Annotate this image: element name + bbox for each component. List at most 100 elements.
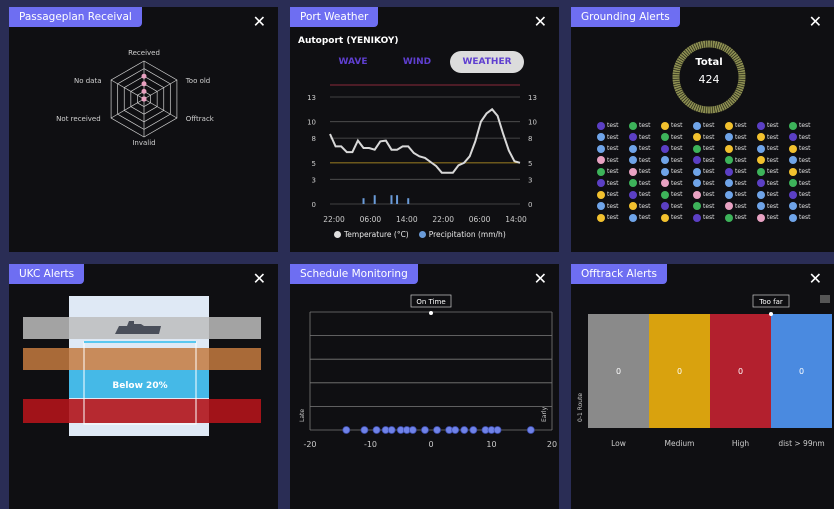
radar-chart: Received Too old Offtrack Invalid Not receiv…: [56, 49, 215, 147]
legend-dot-icon: [661, 167, 669, 176]
legend-item[interactable]: test: [757, 132, 789, 144]
legend-item-label: test: [607, 122, 619, 130]
close-icon[interactable]: ✕: [534, 14, 547, 30]
legend-item[interactable]: test: [629, 178, 661, 190]
legend-item[interactable]: test: [629, 155, 661, 167]
legend-item[interactable]: test: [597, 132, 629, 144]
legend-dot-icon: [693, 133, 701, 142]
legend-item[interactable]: test: [661, 132, 693, 144]
legend-dot-icon: [693, 190, 701, 199]
legend-item[interactable]: test: [725, 201, 757, 213]
legend-item[interactable]: test: [661, 212, 693, 224]
offtrack-alerts-panel: Offtrack Alerts ✕ 0 Low 0 Medium 0 High 0 dist …: [571, 264, 834, 509]
legend-item[interactable]: test: [725, 212, 757, 224]
legend-item[interactable]: test: [757, 155, 789, 167]
legend-item[interactable]: test: [725, 178, 757, 190]
legend-item[interactable]: test: [597, 120, 629, 132]
legend-item[interactable]: test: [661, 143, 693, 155]
total-label: Total: [695, 57, 723, 68]
legend-item[interactable]: test: [629, 120, 661, 132]
legend-item[interactable]: test: [789, 189, 821, 201]
legend-item[interactable]: test: [629, 212, 661, 224]
legend-item-label: test: [767, 156, 779, 164]
legend-item[interactable]: test: [693, 143, 725, 155]
legend-item[interactable]: test: [725, 155, 757, 167]
legend-item[interactable]: test: [597, 155, 629, 167]
legend-dot-icon: [725, 179, 733, 188]
grounding-legend: test test test test test test test test test test…: [597, 120, 822, 224]
tab-weather[interactable]: WEATHER: [450, 51, 524, 73]
y-tick-right: 0: [528, 201, 532, 209]
legend-item[interactable]: test: [757, 201, 789, 213]
legend-precipitation[interactable]: Precipitation (mm/h): [418, 230, 506, 239]
legend-item[interactable]: test: [757, 166, 789, 178]
legend-item[interactable]: test: [789, 212, 821, 224]
legend-item[interactable]: test: [629, 166, 661, 178]
legend-item[interactable]: test: [693, 132, 725, 144]
legend-item[interactable]: test: [661, 178, 693, 190]
legend-item[interactable]: test: [597, 166, 629, 178]
legend-item[interactable]: test: [693, 178, 725, 190]
x-tick: 22:00: [432, 215, 454, 224]
legend-item[interactable]: test: [757, 143, 789, 155]
band-brown[interactable]: [23, 348, 261, 370]
legend-item[interactable]: test: [597, 178, 629, 190]
legend-dot-icon: [725, 190, 733, 199]
close-icon[interactable]: ✕: [809, 14, 822, 30]
schedule-point: [360, 426, 369, 434]
legend-item[interactable]: test: [757, 189, 789, 201]
legend-item-label: test: [671, 122, 683, 130]
legend-item[interactable]: test: [789, 120, 821, 132]
band-red[interactable]: [23, 399, 261, 423]
legend-item[interactable]: test: [661, 166, 693, 178]
legend-item[interactable]: test: [661, 189, 693, 201]
legend-item[interactable]: test: [693, 212, 725, 224]
legend-dot-icon: [418, 231, 426, 238]
legend-item[interactable]: test: [693, 120, 725, 132]
legend-item[interactable]: test: [789, 132, 821, 144]
legend-item[interactable]: test: [693, 201, 725, 213]
legend-item[interactable]: test: [757, 212, 789, 224]
legend-item[interactable]: test: [629, 143, 661, 155]
legend-item[interactable]: test: [725, 143, 757, 155]
legend-item[interactable]: test: [725, 132, 757, 144]
legend-item[interactable]: test: [725, 120, 757, 132]
legend-item[interactable]: test: [789, 143, 821, 155]
legend-dot-icon: [661, 144, 669, 153]
legend-item[interactable]: test: [597, 201, 629, 213]
legend-temperature[interactable]: Temperature (°C): [334, 230, 409, 239]
grounding-alerts-panel: Grounding Alerts ✕ Total 424 test test tes…: [571, 7, 834, 252]
legend-item-label: test: [639, 145, 651, 153]
legend-item[interactable]: test: [693, 166, 725, 178]
x-tick: 14:00: [396, 215, 418, 224]
legend-dot-icon: [789, 179, 797, 188]
legend-item[interactable]: test: [693, 189, 725, 201]
legend-item[interactable]: test: [597, 189, 629, 201]
y-tick-left: 13: [307, 94, 316, 102]
legend-item-label: test: [767, 168, 779, 176]
legend-item[interactable]: test: [757, 178, 789, 190]
tab-wind[interactable]: WIND: [390, 51, 444, 73]
legend-item[interactable]: test: [789, 178, 821, 190]
legend-item[interactable]: test: [629, 201, 661, 213]
legend-item[interactable]: test: [597, 212, 629, 224]
legend-item[interactable]: test: [789, 166, 821, 178]
y-tick-right: 5: [528, 160, 532, 168]
legend-item[interactable]: test: [725, 189, 757, 201]
x-tick: 20: [547, 440, 557, 449]
legend-item[interactable]: test: [789, 155, 821, 167]
legend-item[interactable]: test: [757, 120, 789, 132]
legend-item[interactable]: test: [597, 143, 629, 155]
legend-item[interactable]: test: [661, 120, 693, 132]
legend-item[interactable]: test: [629, 189, 661, 201]
legend-item-label: test: [767, 214, 779, 222]
legend-item[interactable]: test: [661, 201, 693, 213]
x-tick: Medium: [665, 439, 695, 448]
legend-item[interactable]: test: [661, 155, 693, 167]
legend-dot-icon: [757, 156, 765, 165]
legend-item[interactable]: test: [789, 201, 821, 213]
legend-item[interactable]: test: [725, 166, 757, 178]
legend-item[interactable]: test: [693, 155, 725, 167]
tab-wave[interactable]: WAVE: [322, 51, 384, 73]
legend-item[interactable]: test: [629, 132, 661, 144]
